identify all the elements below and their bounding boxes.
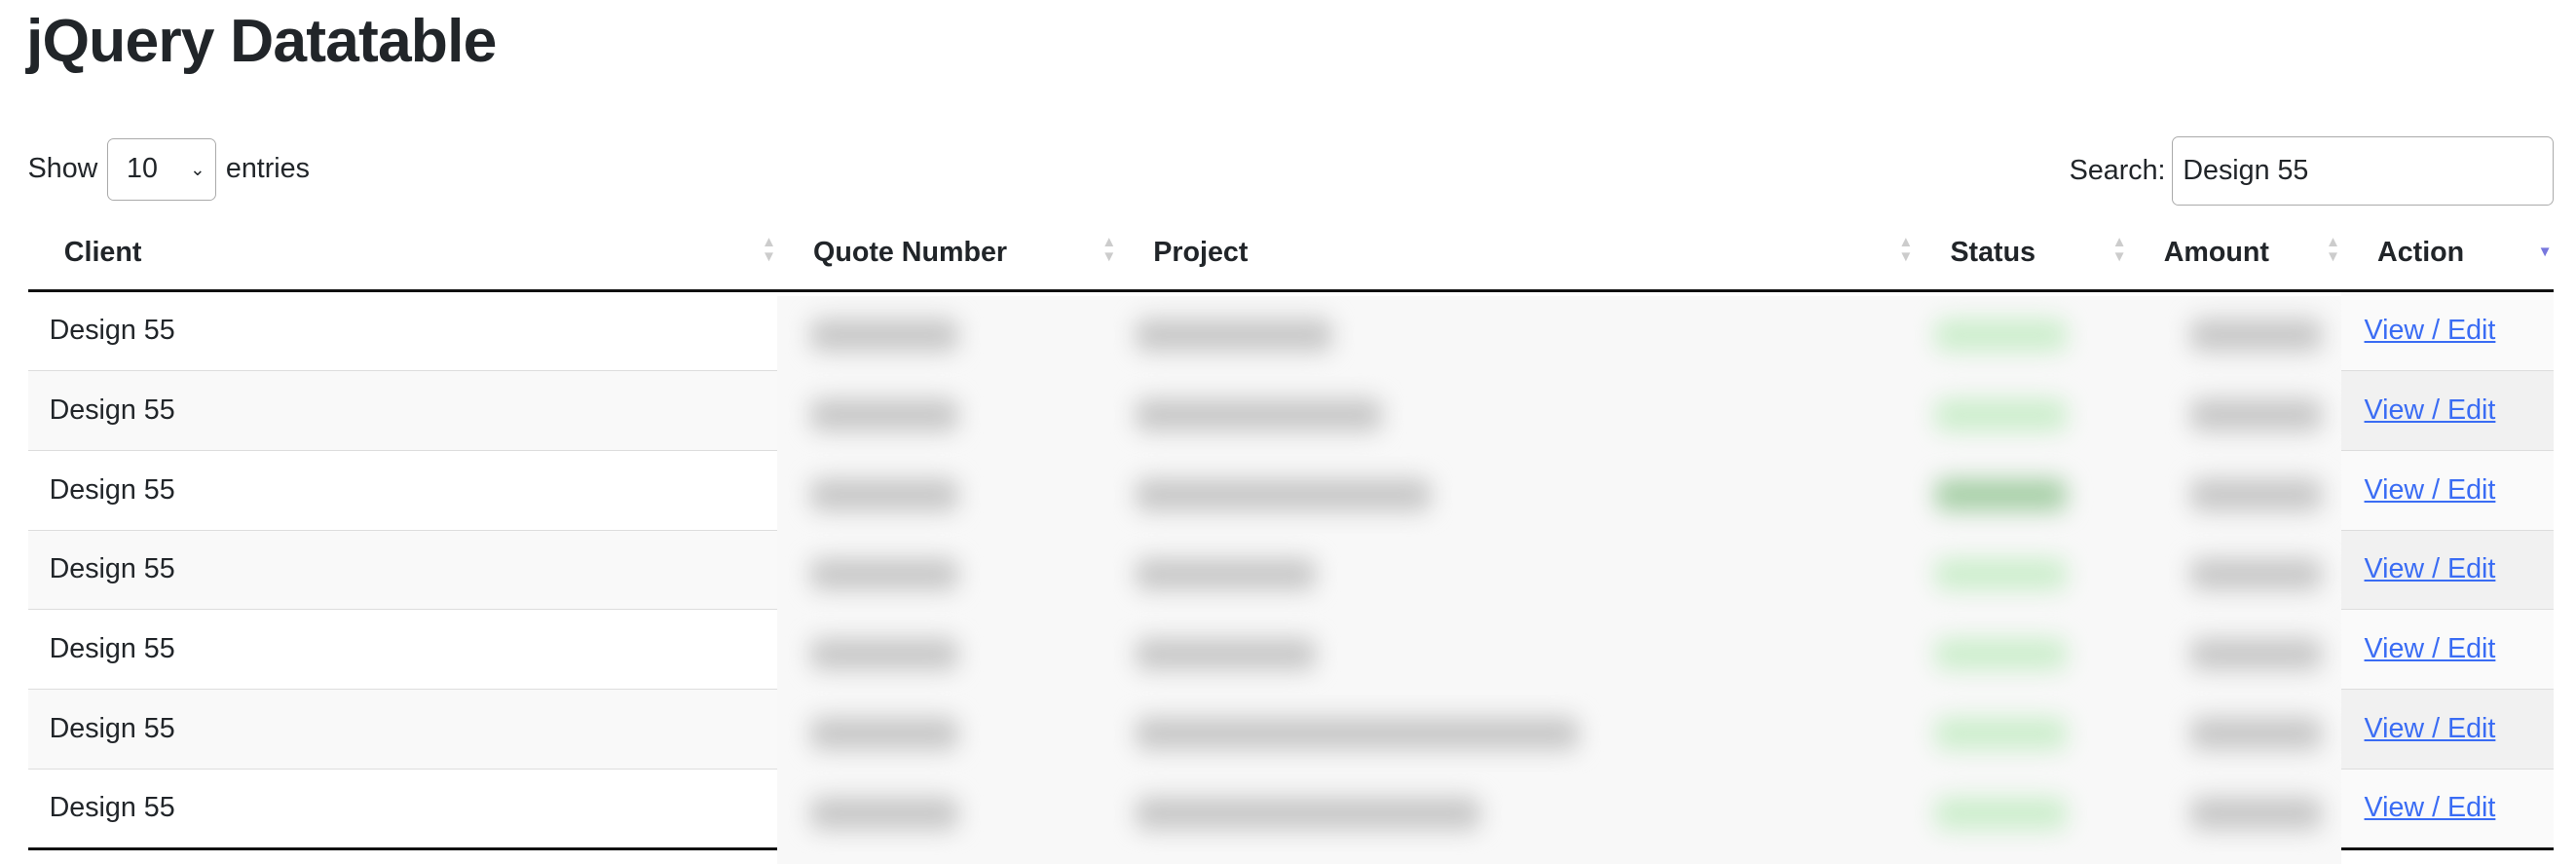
column-header-client[interactable]: Client ▲ ▼	[27, 214, 777, 293]
redacted-value	[2189, 637, 2322, 671]
sort-icon: ▲ ▼	[1101, 234, 1117, 266]
action-cell: View / Edit	[2340, 689, 2554, 770]
redacted-value	[1935, 557, 2068, 591]
view-edit-link[interactable]: View / Edit	[2365, 633, 2496, 664]
redacted-value	[1135, 398, 1382, 432]
redacted-region	[776, 295, 2341, 864]
column-header-status[interactable]: Status ▲ ▼	[1914, 214, 2128, 293]
redacted-value	[1135, 557, 1317, 591]
redacted-value	[2189, 398, 2322, 432]
action-cell: View / Edit	[2340, 529, 2554, 610]
redacted-value	[1935, 477, 2068, 511]
search-input[interactable]	[2172, 136, 2554, 206]
show-label: Show	[27, 153, 98, 185]
header-label: Project	[1153, 236, 1249, 268]
redacted-value	[809, 637, 958, 671]
view-edit-link[interactable]: View / Edit	[2365, 553, 2496, 584]
redacted-value	[1935, 797, 2068, 830]
redacted-value	[809, 557, 958, 591]
action-cell: View / Edit	[2340, 369, 2554, 451]
view-edit-link[interactable]: View / Edit	[2365, 394, 2496, 426]
client-cell: Design 55	[27, 449, 777, 531]
redacted-value	[2189, 557, 2322, 591]
view-edit-link[interactable]: View / Edit	[2365, 792, 2496, 823]
length-control: Show 10 ⌄ entries	[27, 137, 310, 201]
header-label: Client	[63, 236, 142, 268]
client-cell: Design 55	[27, 369, 777, 451]
column-header-action[interactable]: Action ▼	[2340, 214, 2554, 293]
column-header-quote-number[interactable]: Quote Number ▲ ▼	[776, 214, 1118, 293]
column-header-amount[interactable]: Amount ▲ ▼	[2127, 214, 2341, 293]
redacted-value	[1135, 319, 1333, 352]
redacted-value	[809, 797, 958, 830]
page: jQuery Datatable Show 10 ⌄ entries Searc…	[0, 0, 2576, 864]
sort-icon: ▲ ▼	[2325, 234, 2340, 266]
client-cell: Design 55	[27, 529, 777, 610]
redacted-value	[2189, 717, 2322, 751]
column-header-project[interactable]: Project ▲ ▼	[1117, 214, 1915, 293]
action-cell: View / Edit	[2340, 768, 2554, 850]
view-edit-link[interactable]: View / Edit	[2365, 315, 2496, 346]
redacted-value	[1135, 717, 1580, 751]
chevron-down-icon: ⌄	[190, 158, 205, 179]
redacted-value	[809, 398, 958, 432]
client-cell: Design 55	[49, 315, 175, 347]
action-cell: View / Edit	[2340, 290, 2554, 371]
sort-icon: ▲ ▼	[761, 234, 777, 266]
client-cell: Design 55	[27, 689, 777, 770]
sort-icon: ▲ ▼	[1898, 234, 1914, 266]
sort-icon: ▲ ▼	[2111, 234, 2127, 266]
search-label: Search:	[2069, 154, 2166, 186]
page-title: jQuery Datatable	[25, 7, 497, 75]
view-edit-link[interactable]: View / Edit	[2365, 474, 2496, 506]
redacted-value	[1135, 477, 1432, 511]
header-label: Action	[2377, 236, 2465, 268]
entries-label: entries	[225, 153, 310, 185]
redacted-value	[2189, 797, 2322, 830]
entries-select[interactable]: 10 ⌄	[107, 137, 216, 201]
redacted-value	[2189, 477, 2322, 511]
client-cell: Design 55	[27, 609, 777, 690]
client-cell: Design 55	[27, 768, 777, 850]
redacted-value	[1935, 637, 2068, 671]
entries-value: 10	[127, 153, 158, 185]
redacted-value	[1935, 319, 2068, 352]
view-edit-link[interactable]: View / Edit	[2365, 713, 2496, 744]
redacted-value	[809, 477, 958, 511]
header-label: Quote Number	[813, 236, 1008, 268]
redacted-value	[809, 717, 958, 751]
redacted-value	[1135, 797, 1480, 830]
redacted-value	[1135, 637, 1317, 671]
redacted-value	[1935, 398, 2068, 432]
action-cell: View / Edit	[2340, 449, 2554, 531]
redacted-value	[809, 319, 958, 352]
redacted-value	[1935, 717, 2068, 751]
redacted-value	[2189, 319, 2322, 352]
action-cell: View / Edit	[2340, 609, 2554, 690]
sort-desc-icon: ▼	[2537, 244, 2553, 261]
header-label: Status	[1950, 236, 2036, 268]
search-control: Search:	[2070, 136, 2554, 206]
header-label: Amount	[2163, 236, 2269, 268]
